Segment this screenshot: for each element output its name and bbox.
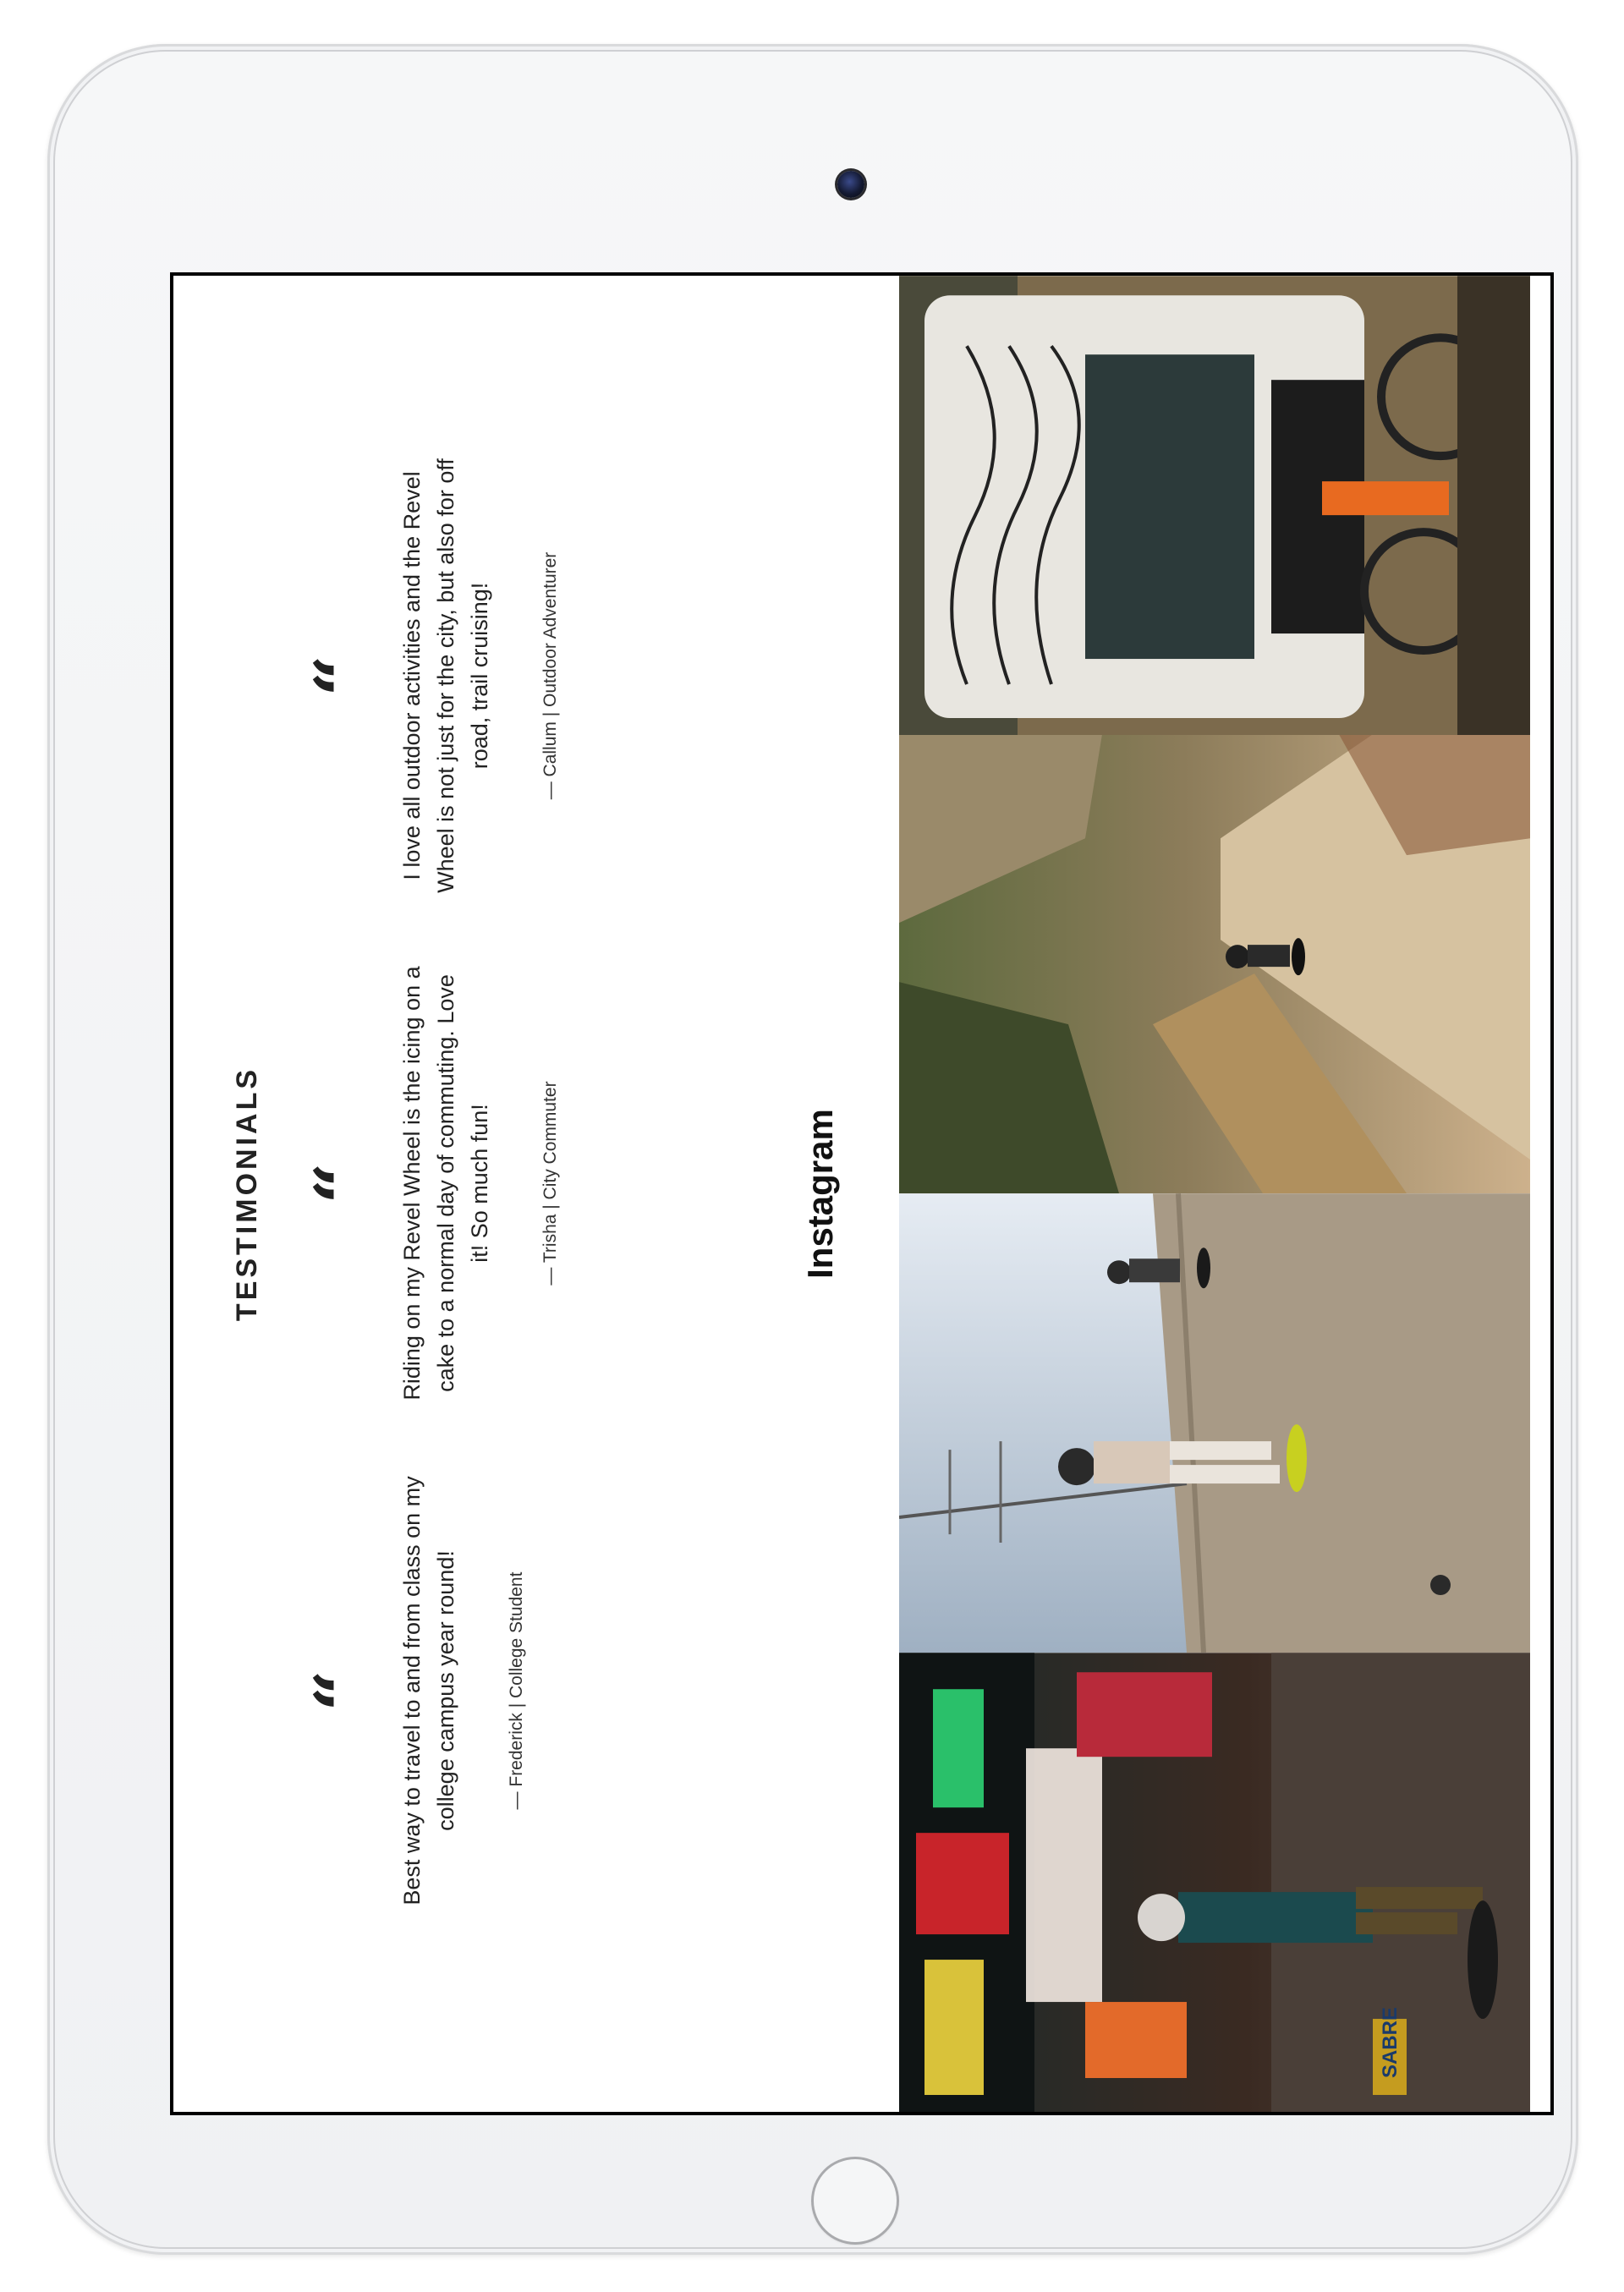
testimonials-title: TESTIMONIALS: [231, 1066, 263, 1322]
testimonial-card: “ Best way to travel to and from class o…: [299, 1471, 561, 1911]
testimonial-author: — Frederick | College Student: [507, 1571, 526, 1810]
sabre-sign-text: SABRE: [1379, 2007, 1402, 2078]
testimonial-author: — Callum | Outdoor Adventurer: [540, 551, 560, 800]
testimonial-quote: Best way to travel to and from class on …: [399, 1476, 458, 1905]
van-with-bike-photo[interactable]: [899, 276, 1530, 735]
testimonial-card: “ Riding on my Revel Wheel is the icing …: [299, 963, 561, 1403]
dirt-trail-rider-photo[interactable]: [899, 734, 1530, 1194]
testimonials-section: TESTIMONIALS “ Best way to travel to and…: [173, 276, 647, 2112]
instagram-title: Instagram: [799, 1109, 840, 1279]
rotated-page: TESTIMONIALS “ Best way to travel to and…: [173, 276, 1550, 2112]
quote-icon: “: [299, 655, 385, 697]
testimonial-quote: Riding on my Revel Wheel is the icing on…: [399, 966, 492, 1401]
home-button[interactable]: [811, 2157, 899, 2245]
tablet-screen: TESTIMONIALS “ Best way to travel to and…: [170, 272, 1554, 2115]
quote-icon: “: [299, 1162, 385, 1204]
testimonial-quote: I love all outdoor activities and the Re…: [399, 458, 492, 893]
tablet-frame: TESTIMONIALS “ Best way to travel to and…: [47, 44, 1578, 2255]
testimonials-row: “ Best way to travel to and from class o…: [299, 456, 561, 1911]
quote-icon: “: [299, 1670, 385, 1712]
testimonial-card: “ I love all outdoor activities and the …: [299, 456, 561, 896]
skaters-road-photo[interactable]: [899, 1193, 1530, 1653]
city-night-street-photo[interactable]: SABRE: [899, 1653, 1530, 2112]
testimonial-author: — Trisha | City Commuter: [540, 1081, 560, 1286]
instagram-gallery: SABRE: [899, 276, 1530, 2112]
front-camera: [837, 171, 864, 198]
